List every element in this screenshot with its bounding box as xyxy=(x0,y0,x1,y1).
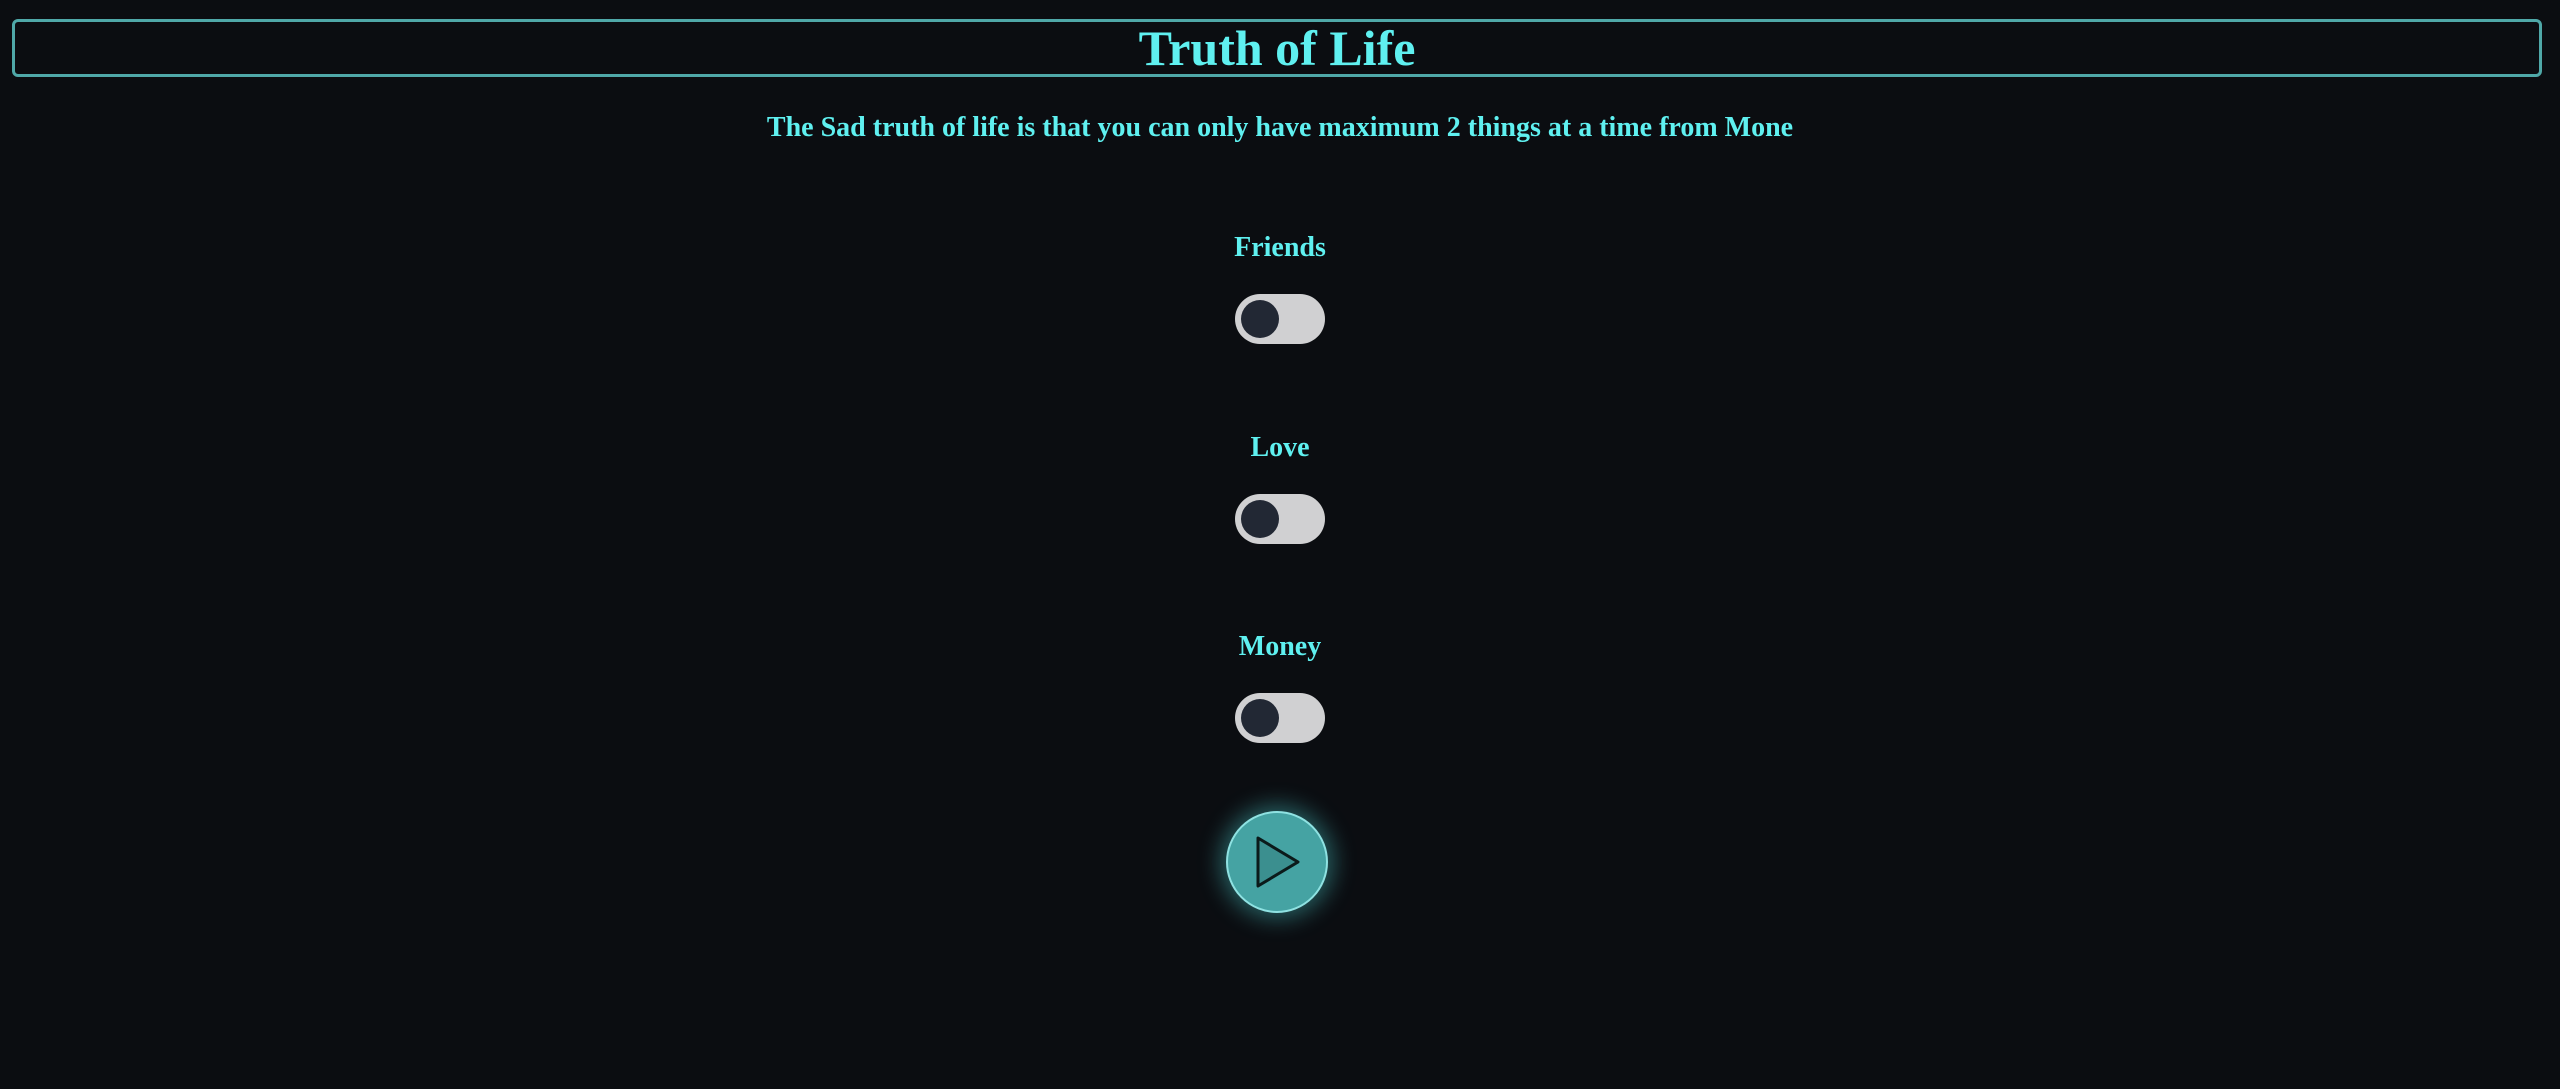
play-icon xyxy=(1256,836,1300,888)
love-toggle[interactable] xyxy=(1235,494,1325,544)
page-title: Truth of Life xyxy=(1138,20,1416,76)
option-label-friends: Friends xyxy=(1234,232,1326,263)
play-button[interactable] xyxy=(1226,811,1328,913)
title-bar: Truth of Life xyxy=(12,19,2542,77)
friends-toggle[interactable] xyxy=(1235,294,1325,344)
toggle-knob xyxy=(1241,500,1279,538)
option-love: Love xyxy=(0,432,2560,544)
option-money: Money xyxy=(0,631,2560,743)
subtitle-text: The Sad truth of life is that you can on… xyxy=(766,112,1794,143)
toggle-knob xyxy=(1241,300,1279,338)
option-label-love: Love xyxy=(1250,432,1310,463)
toggle-knob xyxy=(1241,699,1279,737)
option-label-money: Money xyxy=(1238,631,1322,662)
money-toggle[interactable] xyxy=(1235,693,1325,743)
option-friends: Friends xyxy=(0,232,2560,344)
